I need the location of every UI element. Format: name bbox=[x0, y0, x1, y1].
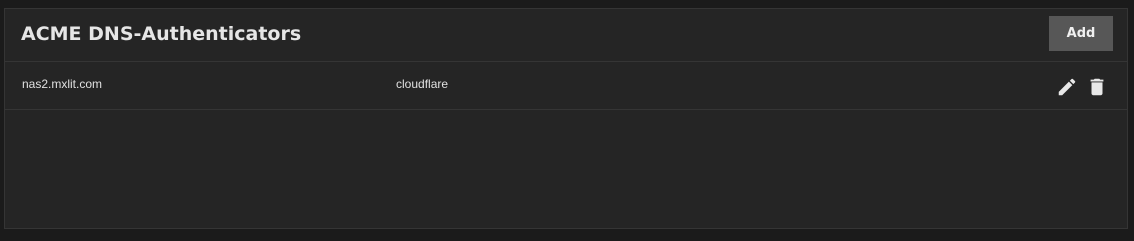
authenticator-name-cell: nas2.mxlit.com bbox=[22, 77, 103, 91]
card-title: ACME DNS-Authenticators bbox=[21, 23, 302, 45]
trash-icon[interactable] bbox=[1086, 76, 1108, 98]
acme-dns-authenticators-card: ACME DNS-Authenticators Add nas2.mxlit.c… bbox=[4, 8, 1128, 229]
authenticator-type-cell: cloudflare bbox=[396, 77, 449, 91]
add-button[interactable]: Add bbox=[1049, 16, 1113, 51]
pencil-icon[interactable] bbox=[1056, 76, 1078, 98]
card-header: ACME DNS-Authenticators Add bbox=[5, 9, 1127, 62]
table-row: nas2.mxlit.com cloudflare bbox=[5, 62, 1127, 110]
